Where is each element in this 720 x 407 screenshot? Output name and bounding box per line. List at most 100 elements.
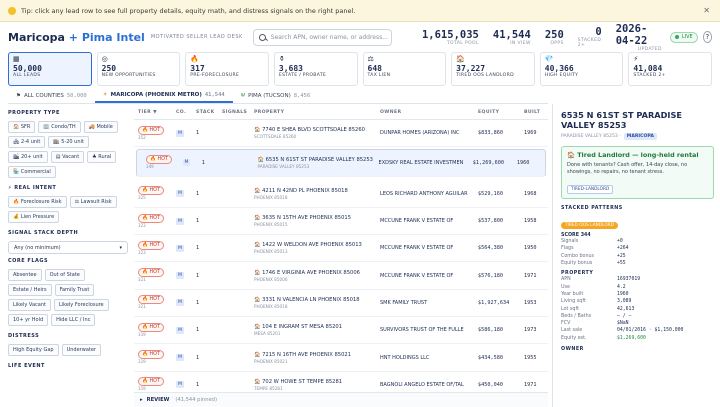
col-county[interactable]: CO. [176,110,196,115]
tip-text: Tip: click any lead row to see full prop… [21,6,356,15]
card-stacked[interactable]: ⚡ 41,084 STACKED 2+ [628,52,712,86]
col-signals[interactable]: SIGNALS [222,110,254,115]
cactus-icon: Ψ [240,92,246,99]
col-built[interactable]: BUILT [524,110,548,115]
app-header: Maricopa + Pima Intel MOTIVATED SELLER L… [0,22,720,52]
card-all-leads[interactable]: ▦ 50,000 ALL LEADS [8,52,92,86]
chip-commercial[interactable]: 🏪 Commercial [8,166,56,178]
help-button[interactable]: ? [702,31,712,43]
table-row[interactable]: 🔥 HOT 323 M 1 🏠 3635 N 15TH AVE PHOENIX 8501… [134,208,548,236]
owner-cell: MCCUNE FRANK V ESTATE OF [380,272,454,279]
property-cell: 🏠 702 W HOWE ST TEMPE 85281 TEMPE 85281 [254,378,343,391]
house-icon: 🏠 [254,187,263,194]
chip-estate-heirs[interactable]: Estate / Heirs [8,284,52,296]
chip-rural[interactable]: ♣ Rural [87,151,117,163]
col-tier[interactable]: TIER ▼ [134,110,176,115]
chip-vacant[interactable]: ▤ Vacant [50,151,85,163]
house-icon: 🏠 [254,378,263,385]
chip-5-20-unit[interactable]: 🏬 5-20 unit [48,136,89,148]
built-cell: 1968 [524,190,537,197]
tier-cell: 🔥 HOT 323 [134,240,176,256]
pitch-card: 🏠 Tired Landlord — long-held rental Done… [561,146,714,199]
equity-cell: $529,160 [478,190,503,197]
hot-badge: 🔥 HOT [138,186,164,196]
chip-foreclosure-risk[interactable]: 🔥 Foreclosure Risk [8,196,67,208]
brand-maricopa: Maricopa [8,30,65,44]
owner-cell: SMK FAMILY TRUST [380,299,428,306]
col-equity[interactable]: EQUITY [478,110,524,115]
table-body: 🔥 HOT 352 M 1 🏠 7740 E SHEA BLVD SCOTTSDALE … [134,120,548,394]
equity-cell: $576,180 [478,272,503,279]
chip-absentee[interactable]: Absentee [8,269,42,281]
col-stack[interactable]: STACK [196,110,222,115]
card-estate-probate[interactable]: ⚱ 3,683 ESTATE / PROBATE [273,52,358,86]
hot-badge: 🔥 HOT [138,240,164,250]
chip-high-equity-gap[interactable]: High Equity Gap [8,344,59,356]
owner-cell: EXDSKY REAL ESTATE INVESTMEN [378,159,464,166]
stack-depth-select[interactable]: Any (no minimum) ▾ [8,241,128,254]
county-cell: M [176,381,184,389]
chip-family-trust[interactable]: Family Trust [54,284,95,296]
equity-cell: $586,180 [478,327,503,334]
table-row[interactable]: 🔥 HOT 319 M 1 🏠 7215 N 16TH AVE PHOENIX 8502… [134,344,548,372]
table-row[interactable]: 🔥 HOT 319 M 1 🏠 104 E INGRAM ST MESA 85201 ME… [134,317,548,345]
house-icon: 🏠 [254,242,263,249]
stack-cell: 1 [196,245,200,252]
chip-hide-llc[interactable]: Hide LLC / Inc [51,314,96,326]
table-row[interactable]: 🔥 HOT 319 M 1 🏠 702 W HOWE ST TEMPE 85281 TEM… [134,372,548,394]
county-cell: M [176,299,184,307]
owner-title: OWNER [561,346,584,352]
table-row[interactable]: 🔥 HOT 349 M 1 🏠 6535 N 61ST ST PARADISE VALL… [136,149,546,177]
lead-score: 319 [138,332,146,338]
table-row[interactable]: 🔥 HOT 321 M 1 🏠 1746 E VIRGINIA AVE PHOENIX … [134,262,548,290]
table-row[interactable]: 🔥 HOT 323 M 1 🏠 1422 W WELDON AVE PHOENIX 85… [134,235,548,263]
col-owner[interactable]: OWNER [380,110,478,115]
property-row: Equity est. $1,269,600 [561,335,646,341]
urn-icon: ⚱ [278,55,285,63]
stacked-patterns-title: STACKED PATTERNS [561,206,623,211]
county-cell: M [176,244,184,252]
tier-cell: 🔥 HOT 352 [134,125,176,141]
chip-out-of-state[interactable]: Out of State [44,269,85,281]
tab-pima[interactable]: Ψ PIMA (TUCSON) 8,456 [233,88,319,103]
chip-condo[interactable]: 🏢 Condo/TH [38,121,81,133]
chip-lien-pressure[interactable]: 💰 Lien Pressure [8,211,60,223]
equity-cell: $1,269,600 [472,159,504,166]
chip-underwater[interactable]: Underwater [61,344,101,356]
chip-lawsuit-risk[interactable]: ⚖ Lawsuit Risk [69,196,117,208]
chip-likely-foreclosure[interactable]: Likely Foreclosure [53,299,109,311]
owner-cell: MCCUNE FRANK V ESTATE OF [380,245,454,252]
chip-sfr[interactable]: 🏠 SFR [8,121,36,133]
chip-2-4-unit[interactable]: 🏘 2-4 unit [8,136,46,148]
tab-all-counties[interactable]: ⚑ ALL COUNTIES 50,000 [8,88,95,103]
score-row: Combo bonus +25 [561,253,626,259]
col-property[interactable]: PROPERTY [254,110,380,115]
chip-10yr-hold[interactable]: 10+ yr Hold [8,314,49,326]
chip-mobile[interactable]: 🚚 Mobile [83,121,118,133]
equity-cell: $564,380 [478,245,503,252]
property-type-chips: 🏠 SFR 🏢 Condo/TH 🚚 Mobile 🏘 2-4 unit 🏬 5… [8,121,130,178]
table-row[interactable]: 🔥 HOT 321 M 1 🏠 3331 N VALENCIA LN PHOENIX 8… [134,290,548,318]
owner-cell: LEOS RICHARD ANTHONY AGUILAR [380,190,468,197]
card-pre-foreclosure[interactable]: 🔥 317 PRE-FORECLOSURE [185,52,269,86]
card-high-equity[interactable]: 💎 40,366 HIGH EQUITY [539,52,624,86]
search-input[interactable]: Search APN, owner name, or address... [252,28,392,46]
card-new-opportunities[interactable]: ◎ 250 NEW OPPORTUNITIES [96,52,181,86]
chip-20-plus-unit[interactable]: 🏙 20+ unit [8,151,48,163]
card-tax-lien[interactable]: ⚖ 648 TAX LIEN [362,52,447,86]
section-real-intent: ⚡ REAL INTENT [8,185,57,191]
equity-cell: $434,580 [478,354,503,361]
tab-maricopa[interactable]: ☀ MARICOPA (PHOENIX METRO) 41,544 [94,88,233,103]
card-tired-landlord[interactable]: 🏠 37,227 TIRED OOS LANDLORD [451,52,535,86]
built-cell: 1971 [524,381,537,388]
tier-cell: 🔥 HOT 321 [134,268,176,283]
built-cell: 1953 [524,299,537,306]
table-row[interactable]: 🔥 HOT 352 M 1 🏠 7740 E SHEA BLVD SCOTTSDALE … [134,120,548,148]
tier-cell: 🔥 HOT 321 [134,295,176,310]
close-tip-icon[interactable]: ✕ [703,6,710,15]
built-cell: 1950 [524,245,537,252]
table-row[interactable]: 🔥 HOT 325 M 1 🏠 4211 N 42ND PL PHOENIX 85018… [134,181,548,208]
review-bar[interactable]: ▸ REVIEW (41,544 pinned) [134,392,548,407]
stack-cell: 1 [196,354,200,361]
chip-likely-vacant[interactable]: Likely Vacant [8,299,51,311]
